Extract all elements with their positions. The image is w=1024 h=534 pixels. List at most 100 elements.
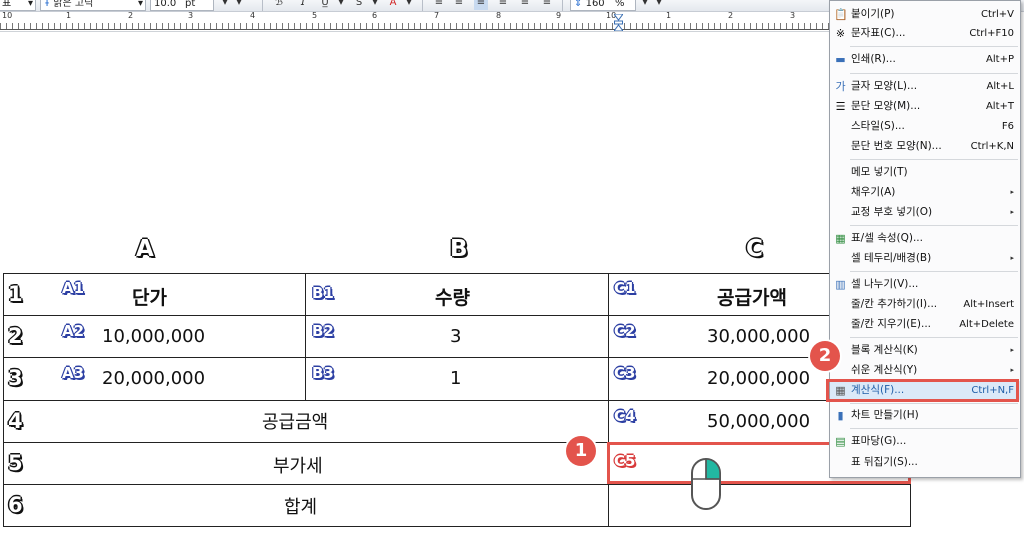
cell-a1[interactable]: 단가 [132,283,167,310]
font-size-unit: pt [185,0,196,9]
row-label-3: 3 [8,366,23,390]
cell-b2[interactable]: 3 [450,326,461,347]
chevron-down-icon[interactable]: ▾ [232,0,246,10]
ruler-label: 1 [66,11,72,20]
menu-item-fill[interactable]: 채우기(A) ▸ [830,183,1020,202]
font-icon: Ŧ [44,0,51,9]
menu-item-cell-border[interactable]: 셀 테두리/배경(B) ▸ [830,249,1020,268]
ruler-label: 1 [666,11,672,20]
chevron-down-icon[interactable]: ▾ [402,0,416,10]
underline-icon[interactable]: U̲ [318,0,332,10]
row-label-1: 1 [8,282,23,306]
column-label-a: A [136,236,154,262]
chevron-down-icon[interactable]: ▾ [652,0,666,10]
row-label-2: 2 [8,324,23,348]
italic-icon[interactable]: 𝘐 [296,0,310,10]
cell-tag-a2: A2 [62,322,85,340]
split-cell-icon: ▥ [835,278,846,291]
align-center-icon[interactable]: ≡ [474,0,488,10]
line-spacing-icon: ⇕ [574,0,583,9]
column-label-c: C [746,236,763,262]
cell-c2[interactable]: 30,000,000 [707,326,810,347]
print-icon: ▬ [835,53,846,66]
cell-ab5[interactable]: 부가세 [273,452,323,478]
row-label-4: 4 [8,409,23,433]
menu-item-print[interactable]: ▬ 인쇄(R)... Alt+P [830,50,1020,69]
align-right-icon[interactable]: ≡ [496,0,510,10]
menu-item-proofreading[interactable]: 교정 부호 넣기(O) ▸ [830,203,1020,222]
font-size-value: 10.0 [154,0,177,9]
ruler-label: 4 [250,11,256,20]
cell-tag-b3: B3 [312,364,334,382]
indent-marker-icon[interactable] [614,14,623,31]
cell-tag-c4: C4 [614,407,636,425]
font-color-icon[interactable]: A [386,0,400,10]
menu-item-para-number[interactable]: 문단 번호 모양(N)... Ctrl+K,N [830,137,1020,156]
align-justify-icon[interactable]: ≡ [432,0,446,10]
menu-item-easy-formula[interactable]: 쉬운 계산식(Y) ▸ [830,361,1020,380]
cell-c3[interactable]: 20,000,000 [707,368,810,389]
cell-a2[interactable]: 10,000,000 [102,326,205,347]
cell-ab6[interactable]: 합계 [284,493,317,519]
submenu-arrow-icon: ▸ [1010,366,1014,374]
cell-tag-a3: A3 [62,364,85,382]
chevron-down-icon[interactable]: ▾ [638,0,652,10]
ruler[interactable]: 10 1 2 3 4 5 6 7 8 9 10 1 2 3 [0,11,830,32]
chevron-down-icon: ▾ [27,0,33,9]
ruler-label: 3 [790,11,796,20]
style-select[interactable]: 표 ▾ [0,0,36,11]
row-label-5: 5 [8,451,23,475]
menu-item-paste[interactable]: 📋 붙이기(P) Ctrl+V [830,5,1020,24]
menu-item-add-row-col[interactable]: 줄/칸 추가하기(I)... Alt+Insert [830,295,1020,314]
cell-c4[interactable]: 50,000,000 [707,411,810,432]
menu-item-style[interactable]: 스타일(S)... F6 [830,117,1020,136]
ruler-label: 10 [2,11,13,20]
step-badge-2: 2 [810,341,840,371]
ruler-label: 2 [128,11,134,20]
chevron-down-icon[interactable]: ▾ [368,0,382,10]
align-split-icon[interactable]: ≡ [540,0,554,10]
menu-item-char-shape[interactable]: 가 글자 모양(L)... Alt+L [830,77,1020,96]
align-left-icon[interactable]: ≡ [452,0,466,10]
strike-icon[interactable]: S [352,0,366,10]
submenu-arrow-icon: ▸ [1010,188,1014,196]
menu-item-table-template[interactable]: ▤ 표마당(G)... [830,432,1020,451]
cell-tag-b2: B2 [312,322,334,340]
menu-item-split-cell[interactable]: ▥ 셀 나누기(V)... [830,275,1020,294]
menu-item-delete-row-col[interactable]: 줄/칸 지우기(E)... Alt+Delete [830,315,1020,334]
style-value: 표 [2,0,12,9]
char-shape-icon: 가 [835,80,846,93]
menu-item-para-shape[interactable]: ☰ 문단 모양(M)... Alt+T [830,97,1020,116]
ruler-baseline [0,29,830,30]
ruler-label: 6 [372,11,378,20]
mouse-icon [691,458,721,510]
cell-ab4[interactable]: 공급금액 [262,408,328,434]
row-label-6: 6 [8,493,23,517]
step-badge-1: 1 [566,436,596,466]
cell-b3[interactable]: 1 [450,368,461,389]
font-size-select[interactable]: 10.0 pt [150,0,214,11]
paste-icon: 📋 [834,8,848,21]
chevron-down-icon[interactable]: ▾ [334,0,348,10]
align-distribute-icon[interactable]: ≡ [518,0,532,10]
menu-item-block-formula[interactable]: 블록 계산식(K) ▸ [830,341,1020,360]
menu-item-flip-table[interactable]: 표 뒤집기(S)... [830,453,1020,472]
chevron-down-icon: ▾ [137,0,143,9]
cell-c1[interactable]: 공급가액 [717,283,787,310]
menu-item-table-props[interactable]: ▦ 표/셀 속성(Q)... [830,229,1020,248]
line-spacing-select[interactable]: ⇕ 160 % [570,0,636,11]
menu-item-chart[interactable]: ▮ 차트 만들기(H) [830,406,1020,425]
font-select[interactable]: Ŧ 맑은 고딕 ▾ [40,0,146,11]
ruler-label: 5 [312,11,318,20]
submenu-arrow-icon: ▸ [1010,254,1014,262]
bold-icon[interactable]: ℬ [272,0,286,10]
ruler-label: 9 [556,11,562,20]
submenu-arrow-icon: ▸ [1010,346,1014,354]
cell-a3[interactable]: 20,000,000 [102,368,205,389]
para-shape-icon: ☰ [835,100,846,113]
zoom-unit: % [615,0,625,9]
menu-item-symbol[interactable]: ※ 문자표(C)... Ctrl+F10 [830,24,1020,43]
cell-b1[interactable]: 수량 [435,283,470,310]
chevron-down-icon[interactable]: ▾ [218,0,232,10]
menu-item-memo[interactable]: 메모 넣기(T) [830,163,1020,182]
